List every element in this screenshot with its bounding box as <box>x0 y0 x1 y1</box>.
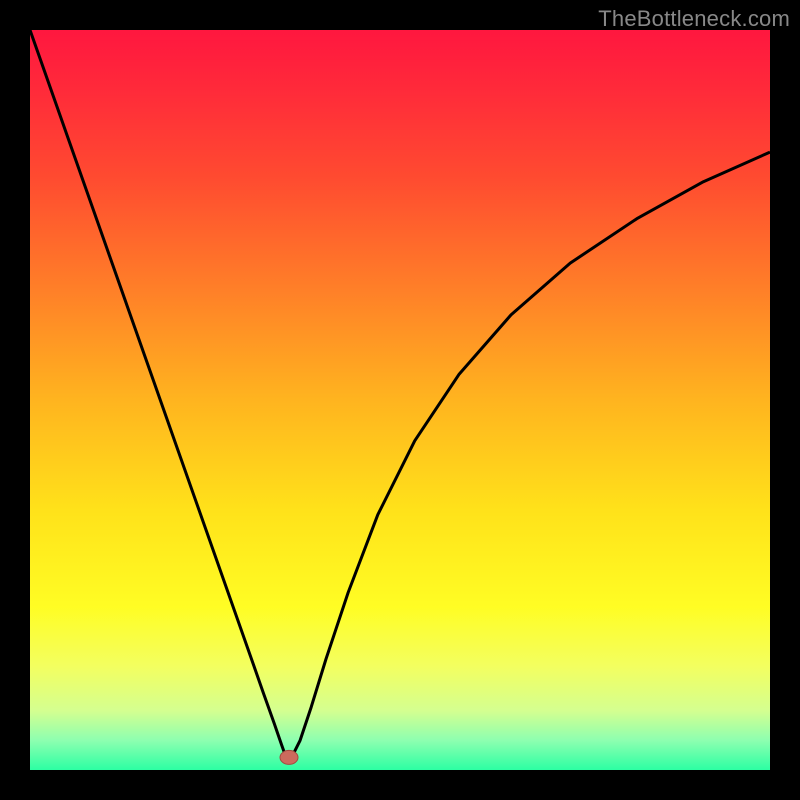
chart-frame: TheBottleneck.com <box>0 0 800 800</box>
bottleneck-chart <box>30 30 770 770</box>
watermark-text: TheBottleneck.com <box>598 6 790 32</box>
optimum-marker <box>280 750 298 764</box>
gradient-background <box>30 30 770 770</box>
